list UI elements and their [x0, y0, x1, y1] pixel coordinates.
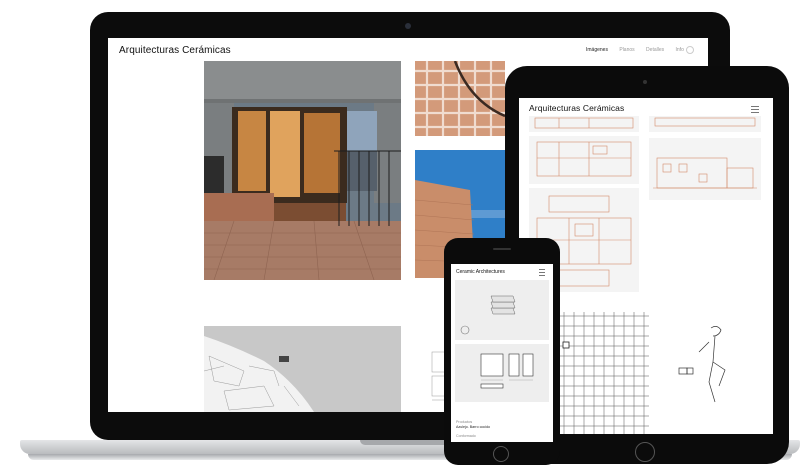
tile-dimension-drawing[interactable]: [455, 344, 549, 402]
plan-thumbnail-top-left[interactable]: [529, 116, 639, 132]
nav-info[interactable]: Info: [676, 47, 684, 53]
photo-terrace-dusk[interactable]: [204, 61, 401, 280]
tile-stack-drawing[interactable]: [455, 280, 549, 340]
site-title[interactable]: Arquitecturas Cerámicas: [119, 45, 231, 56]
plan-thumbnail-floor[interactable]: [529, 136, 639, 184]
phone-site-title[interactable]: Ceramic Architectures: [456, 269, 505, 275]
caption-label: Productos: [456, 420, 473, 424]
laptop-notch: [360, 440, 452, 445]
nav-detalles[interactable]: Detalles: [646, 47, 664, 53]
tablet-site-title[interactable]: Arquitecturas Cerámicas: [529, 103, 624, 113]
site-map[interactable]: [204, 326, 401, 412]
search-icon[interactable]: [686, 46, 694, 54]
plan-thumbnail-top-right[interactable]: [649, 116, 761, 132]
phone-screen: Ceramic Architectures Productos Azulejo.…: [451, 264, 553, 442]
tablet-home-button[interactable]: [635, 442, 655, 462]
caption-value: Azulejo. Barro cocido: [456, 425, 490, 429]
menu-icon[interactable]: [751, 106, 759, 115]
laptop-camera: [405, 23, 411, 29]
photo-brick-lattice[interactable]: [415, 61, 505, 136]
figure-sketch[interactable]: [669, 322, 759, 412]
phone-home-button[interactable]: [493, 446, 509, 462]
brick-pattern-drawing[interactable]: [549, 312, 649, 434]
phone-speaker: [493, 248, 511, 250]
phone-menu-icon[interactable]: [539, 269, 545, 278]
elevation-thumbnail[interactable]: [649, 138, 761, 200]
caption-more: Conformado: [456, 434, 476, 438]
nav-imagenes[interactable]: Imágenes: [586, 47, 608, 53]
nav-planos[interactable]: Planos: [619, 47, 634, 53]
tablet-camera: [643, 80, 647, 84]
main-nav: Imágenes Planos Detalles Info: [576, 47, 684, 53]
